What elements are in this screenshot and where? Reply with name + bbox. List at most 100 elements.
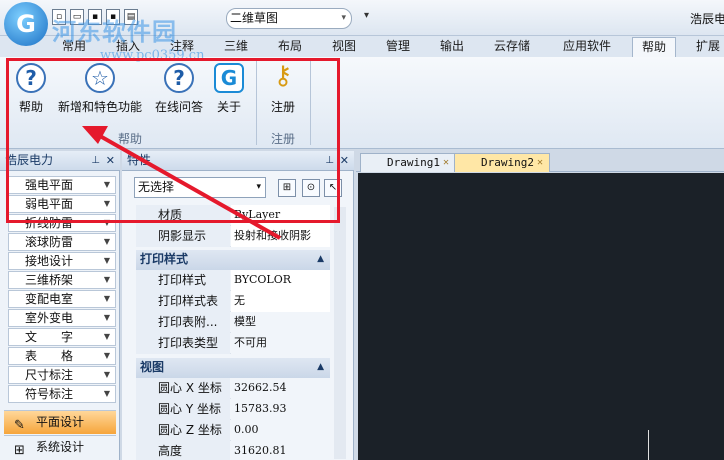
menu-item[interactable]: 强电平面 ▼ [8, 176, 116, 194]
chevron-down-icon: ▼ [103, 237, 110, 246]
chevron-down-icon: ▼ [103, 199, 110, 208]
key-icon: ⚷ [273, 61, 293, 91]
close-icon[interactable]: ✕ [537, 154, 543, 171]
tab-cloud-storage[interactable]: 云存储 [488, 37, 536, 57]
tab-manage[interactable]: 管理 [380, 37, 416, 57]
menu-item[interactable]: 室外变电 ▼ [8, 309, 116, 327]
chevron-down-icon: ▼ [103, 332, 110, 341]
menu-item[interactable]: 弱电平面 ▼ [8, 195, 116, 213]
new-features-label: 新增和特色功能 [57, 100, 142, 114]
menu-item-label: 表 格 [25, 349, 74, 363]
menu-item[interactable]: 尺寸标注 ▼ [8, 366, 116, 384]
plane-design-button[interactable]: ✎ 平面设计 [4, 410, 116, 434]
tab-drawing1[interactable]: Drawing1 ✕ [360, 153, 456, 172]
ribbon-panel: ? 帮助 ☆ 新增和特色功能 ? 在线问答 G 关于 帮助 ⚷ 注册 注册 [0, 57, 724, 149]
tab-extend[interactable]: 扩展 [690, 37, 724, 57]
chevron-down-icon: ▼ [103, 351, 110, 360]
property-row[interactable]: 圆心 Z 坐标 0.00 [136, 420, 330, 441]
property-value[interactable]: 投射和接收阴影 [231, 226, 330, 247]
property-key: 打印表类型 [136, 333, 230, 354]
menu-item[interactable]: 折线防雷 ▼ [8, 214, 116, 232]
property-key: 阴影显示 [136, 226, 230, 247]
property-row[interactable]: 高度 31620.81 [136, 441, 330, 460]
property-row[interactable]: 材质 ByLayer [136, 205, 330, 226]
view-section-header[interactable]: 视图 ▲ [136, 358, 330, 378]
menu-item-label: 室外变电 [25, 311, 74, 325]
property-value[interactable]: 31620.81 [231, 441, 330, 460]
tab-layout[interactable]: 布局 [272, 37, 308, 57]
help-button-label: 帮助 [18, 100, 43, 114]
menu-item[interactable]: 文 字 ▼ [8, 328, 116, 346]
chevron-down-icon: ▼ [103, 218, 110, 227]
menu-item[interactable]: 接地设计 ▼ [8, 252, 116, 270]
pencil-icon: ✎ [14, 418, 25, 433]
menu-item[interactable]: 符号标注 ▼ [8, 385, 116, 403]
about-button[interactable]: G 关于 [214, 63, 244, 119]
menu-item-label: 折线防雷 [25, 216, 74, 230]
property-row[interactable]: 圆心 Y 坐标 15783.93 [136, 399, 330, 420]
menu-item[interactable]: 表 格 ▼ [8, 347, 116, 365]
help-icon: ? [16, 63, 46, 93]
menu-item[interactable]: 滚球防雷 ▼ [8, 233, 116, 251]
property-value[interactable]: 15783.93 [231, 399, 330, 420]
print-style-section-header[interactable]: 打印样式 ▲ [136, 250, 330, 270]
tab-3d[interactable]: 三维 [218, 37, 254, 57]
close-icon[interactable]: ✕ [106, 151, 115, 170]
properties-scrollbar[interactable] [334, 207, 346, 459]
app-logo-icon[interactable]: G [4, 2, 48, 46]
property-row[interactable]: 打印样式表 无 [136, 291, 330, 312]
pin-icon[interactable]: ⊥ [325, 151, 334, 170]
new-features-button[interactable]: ☆ 新增和特色功能 [54, 63, 146, 119]
register-button[interactable]: ⚷ 注册 [268, 63, 298, 119]
tab-apps[interactable]: 应用软件 [556, 37, 618, 57]
qat-customize-icon[interactable]: ▾ [364, 10, 369, 21]
property-row[interactable]: 打印表附... 模型 [136, 312, 330, 333]
system-design-button[interactable]: ⊞ 系统设计 [4, 435, 116, 459]
menu-item-label: 滚球防雷 [25, 235, 74, 249]
workspace-select[interactable]: 二维草图 ▾ [226, 8, 352, 29]
selection-dropdown[interactable]: 无选择 ▾ [134, 177, 266, 198]
collapse-icon[interactable]: ▲ [317, 250, 324, 269]
property-value[interactable]: 32662.54 [231, 378, 330, 399]
property-value[interactable]: BYCOLOR [231, 270, 330, 291]
property-value[interactable]: 无 [231, 291, 330, 312]
property-value[interactable]: ByLayer [231, 205, 330, 226]
menu-item[interactable]: 三维桥架 ▼ [8, 271, 116, 289]
property-key: 圆心 Z 坐标 [136, 420, 230, 441]
property-value[interactable]: 不可用 [231, 333, 330, 354]
system-icon: ⊞ [14, 443, 25, 458]
plane-design-label: 平面设计 [36, 415, 85, 429]
chevron-down-icon: ▼ [103, 389, 110, 398]
online-qa-button[interactable]: ? 在线问答 [152, 63, 206, 119]
property-key: 打印样式 [136, 270, 230, 291]
property-row[interactable]: 圆心 X 坐标 32662.54 [136, 378, 330, 399]
chevron-down-icon: ▼ [103, 256, 110, 265]
collapse-icon[interactable]: ▲ [317, 358, 324, 377]
toggle-pickadd-icon[interactable]: ⊞ [278, 179, 296, 197]
tab-view[interactable]: 视图 [326, 37, 362, 57]
selection-value: 无选择 [138, 180, 175, 194]
property-value[interactable]: 模型 [231, 312, 330, 333]
tab-output[interactable]: 输出 [434, 37, 470, 57]
property-row[interactable]: 阴影显示 投射和接收阴影 [136, 226, 330, 247]
tab-help[interactable]: 帮助 [632, 37, 676, 57]
property-row[interactable]: 打印样式 BYCOLOR [136, 270, 330, 291]
close-icon[interactable]: ✕ [340, 151, 349, 170]
power-panel-header: 浩辰电力 ⊥ ✕ [0, 151, 120, 171]
menu-item-label: 强电平面 [25, 178, 74, 192]
pin-icon[interactable]: ⊥ [91, 151, 100, 170]
tab-drawing2[interactable]: Drawing2 ✕ [454, 153, 550, 172]
quick-select-icon[interactable]: ↖ [324, 179, 342, 197]
menu-item[interactable]: 变配电室 ▼ [8, 290, 116, 308]
property-row[interactable]: 打印表类型 不可用 [136, 333, 330, 354]
chevron-down-icon: ▾ [341, 13, 346, 23]
online-qa-label: 在线问答 [154, 100, 203, 114]
app-window: ▫ ▭ ▪ ▪ ▤ 二维草图 ▾ ▾ 浩辰电 G 河东软件园 www.pc035… [0, 0, 724, 460]
property-value[interactable]: 0.00 [231, 420, 330, 441]
drawing1-label: Drawing1 [387, 156, 440, 169]
select-objects-icon[interactable]: ⊙ [302, 179, 320, 197]
drawing-canvas[interactable] [358, 173, 724, 460]
close-icon[interactable]: ✕ [443, 154, 449, 171]
help-button[interactable]: ? 帮助 [14, 63, 48, 119]
app-title: 浩辰电 [690, 12, 724, 26]
